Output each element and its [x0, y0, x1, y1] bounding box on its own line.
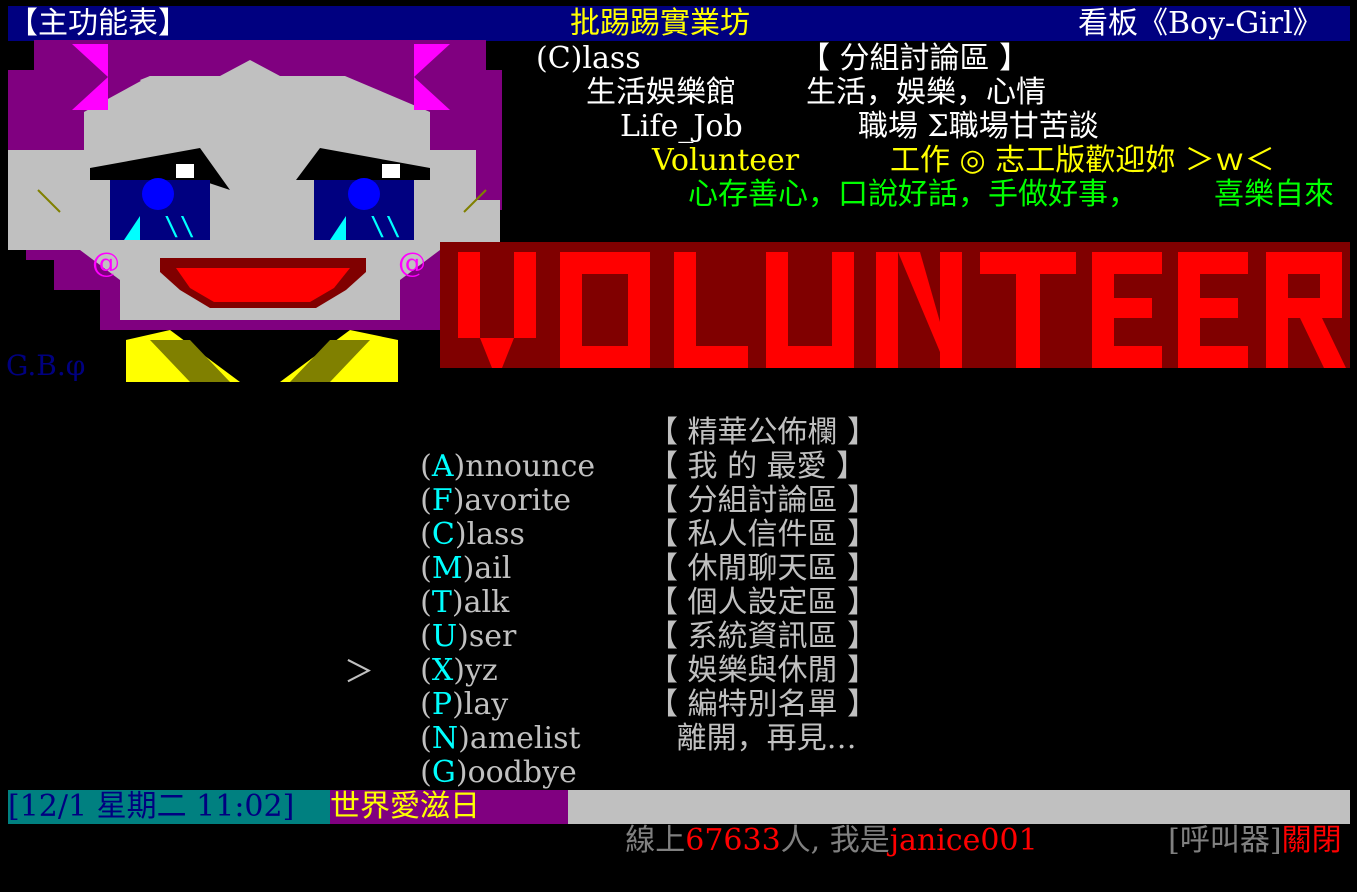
status-event: 世界愛滋日 [330, 790, 568, 824]
menu-desc-favorite: 【 我 的 最愛 】 [648, 449, 867, 484]
header-bar: 【主功能表】 批踢踢實業坊 看板《Boy-Girl》 [8, 6, 1350, 41]
class-key: (C)lass [536, 41, 641, 76]
pager-label: [呼叫器] [1168, 823, 1282, 858]
board-slogan-tail: 喜樂自來 [1214, 177, 1334, 212]
menu-desc-goodbye: 離開，再見… [648, 721, 857, 756]
pager-value: 關閉 [1281, 823, 1342, 858]
cheek-left: @ [92, 246, 120, 279]
menu-item-talk[interactable]: (T)alk [382, 552, 509, 620]
username: janice001 [889, 823, 1038, 858]
menu-desc-class: 【 分組討論區 】 [648, 483, 878, 518]
menu-desc-announce: 【 精華公佈欄 】 [648, 415, 878, 450]
menu-item-goodbye[interactable]: (G)oodbye [382, 722, 577, 790]
menu-desc-xyz: 【 系統資訊區 】 [648, 619, 878, 654]
art-signature: G.B.φ [6, 349, 85, 382]
menu-desc-namelist: 【 編特別名單 】 [648, 687, 878, 722]
menu-item-play[interactable]: (P)lay [382, 654, 508, 722]
site-name: 批踢踢實業坊 [570, 6, 750, 41]
menu-desc-user: 【 個人設定區 】 [648, 585, 878, 620]
status-bar: [12/1 星期二 11:02] 世界愛滋日 線上67633人, 我是janic… [8, 790, 1350, 858]
cheek-right: @ [398, 246, 426, 279]
menu-desc-talk: 【 休閒聊天區 】 [648, 551, 878, 586]
category-desc: 生活，娛樂，心情 [806, 75, 1046, 110]
board-slogan: 心存善心，口說好話，手做好事， [688, 177, 1138, 212]
pager-status: [呼叫器]關閉 [1130, 790, 1350, 858]
menu-key: G [431, 755, 456, 790]
menu-item-announce[interactable]: (A)nnounce [382, 416, 595, 484]
menu-item-mail[interactable]: (M)ail [382, 518, 511, 586]
svg-text:\\: \\ [164, 212, 195, 242]
menu-desc-play: 【 娛樂與休閒 】 [648, 653, 878, 688]
hair-bow-right [414, 44, 450, 110]
menu-label: oodbye [467, 755, 577, 790]
menu-desc-mail: 【 私人信件區 】 [648, 517, 878, 552]
board-label: 看板《Boy-Girl》 [1078, 6, 1323, 41]
menu-item-xyz[interactable]: (X)yz [382, 620, 498, 688]
online-mid: 人, 我是 [780, 823, 890, 858]
menu-item-user[interactable]: (U)ser [382, 586, 516, 654]
class-desc: 【 分組討論區 】 [800, 41, 1030, 76]
subcategory-key: Life_Job [620, 109, 743, 144]
menu-title: 【主功能表】 [8, 6, 188, 41]
menu-cursor: ＞ [344, 655, 374, 690]
menu-item-class[interactable]: (C)lass [382, 484, 525, 552]
subcategory-desc: 職場 Σ職場甘苦談 [858, 109, 1099, 144]
svg-text:\\: \\ [370, 212, 401, 242]
category-key: 生活娛樂館 [586, 75, 736, 110]
hair-bow-left [72, 44, 108, 110]
volunteer-banner-art [440, 242, 1350, 382]
status-datetime: [12/1 星期二 11:02] [8, 790, 330, 824]
online-count: 67633 [685, 823, 781, 858]
menu-item-favorite[interactable]: (F)avorite [382, 450, 571, 518]
board-desc: 工作 ◎ 志工版歡迎妳 ＞ｗ＜ [890, 143, 1275, 178]
menu-item-namelist[interactable]: (N)amelist [382, 688, 580, 756]
board-key: Volunteer [652, 143, 800, 178]
online-prefix: 線上 [606, 823, 686, 858]
